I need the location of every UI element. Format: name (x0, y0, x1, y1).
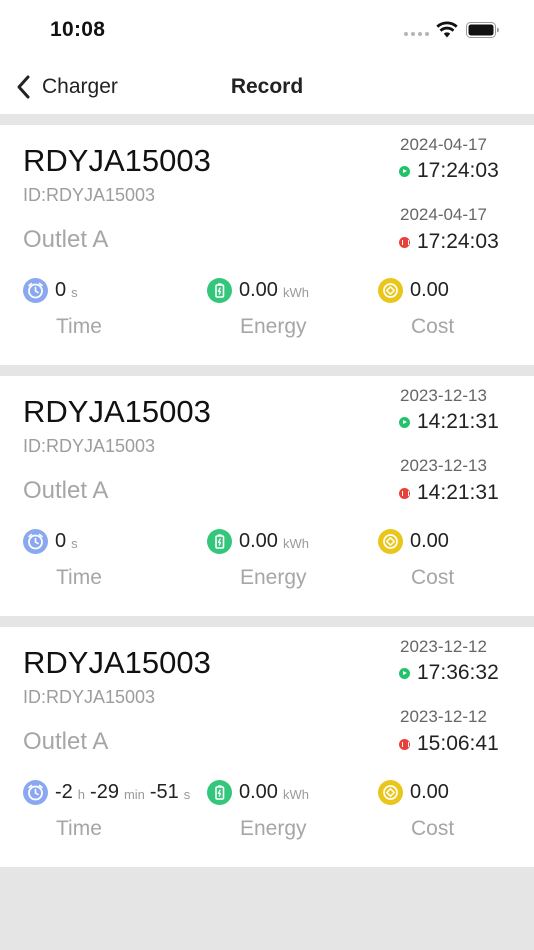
end-time-row: 15:06:41 (399, 732, 499, 756)
charger-name: RDYJA15003 (23, 645, 211, 680)
start-time-row: 14:21:31 (399, 410, 499, 434)
start-date: 2023-12-12 (400, 637, 487, 656)
duration-seconds: 0 (55, 529, 67, 552)
duration-metric: -2 h -29 min -51 s (23, 779, 190, 805)
cost-value: 0.00 (410, 780, 449, 803)
start-time: 17:36:32 (417, 661, 499, 684)
coin-icon (378, 277, 403, 303)
charger-id: ID:RDYJA15003 (23, 687, 156, 707)
energy-label: Energy (240, 315, 307, 338)
status-bar: 10:08 (0, 0, 534, 60)
cost-metric: 0.00 (378, 779, 449, 805)
seconds-unit: s (71, 284, 78, 300)
play-icon (399, 667, 410, 679)
start-time: 14:21:31 (417, 410, 499, 433)
start-date: 2024-04-17 (400, 135, 487, 154)
duration-seconds: 0 (55, 278, 67, 301)
battery-charge-icon (207, 528, 232, 554)
wifi-icon (436, 21, 458, 38)
play-icon (399, 165, 410, 177)
start-time-row: 17:36:32 (399, 661, 499, 685)
energy-value: 0.00 (239, 278, 278, 301)
end-time: 15:06:41 (417, 732, 499, 755)
clock-icon (23, 528, 48, 554)
time-label: Time (56, 315, 102, 338)
charger-id: ID:RDYJA15003 (23, 436, 156, 456)
cost-metric: 0.00 (378, 277, 449, 303)
duration-metric: 0 s (23, 277, 78, 303)
start-time-row: 17:24:03 (399, 159, 499, 183)
energy-label: Energy (240, 566, 307, 589)
end-time: 14:21:31 (417, 481, 499, 504)
clock-icon (23, 277, 48, 303)
play-icon (399, 416, 410, 428)
cost-label: Cost (411, 315, 455, 338)
end-time-row: 14:21:31 (399, 481, 499, 505)
pause-icon (399, 487, 410, 499)
start-date: 2023-12-13 (400, 386, 487, 405)
coin-icon (378, 528, 403, 554)
energy-unit: kWh (282, 535, 309, 551)
energy-unit: kWh (282, 786, 309, 802)
charger-name: RDYJA15003 (23, 143, 211, 178)
battery-charge-icon (207, 779, 232, 805)
outlet-label: Outlet A (23, 477, 109, 504)
record-card[interactable]: RDYJA15003 ID:RDYJA15003 Outlet A 2024-0… (0, 125, 534, 365)
end-time-row: 17:24:03 (399, 230, 499, 254)
cost-value: 0.00 (410, 529, 449, 552)
end-date: 2023-12-12 (400, 707, 487, 726)
hours-unit: h (77, 786, 86, 802)
energy-metric: 0.00 kWh (207, 277, 309, 303)
seconds-unit: s (183, 786, 191, 802)
charger-name: RDYJA15003 (23, 394, 211, 429)
status-time: 10:08 (50, 18, 106, 41)
energy-metric: 0.00 kWh (207, 779, 309, 805)
end-date: 2024-04-17 (400, 205, 487, 224)
cellular-signal-icon (404, 32, 429, 36)
battery-charge-icon (207, 277, 232, 303)
energy-unit: kWh (282, 284, 309, 300)
end-time: 17:24:03 (417, 230, 499, 253)
record-card[interactable]: RDYJA15003 ID:RDYJA15003 Outlet A 2023-1… (0, 627, 534, 867)
pause-icon (399, 738, 410, 750)
page-title: Record (230, 75, 304, 98)
duration-metric: 0 s (23, 528, 78, 554)
cost-metric: 0.00 (378, 528, 449, 554)
duration-minutes: -29 (90, 780, 119, 803)
cost-value: 0.00 (410, 278, 449, 301)
energy-value: 0.00 (239, 780, 278, 803)
seconds-unit: s (71, 535, 78, 551)
cost-label: Cost (411, 817, 455, 840)
record-card[interactable]: RDYJA15003 ID:RDYJA15003 Outlet A 2023-1… (0, 376, 534, 616)
nav-bar: Charger Record (0, 60, 534, 114)
energy-label: Energy (240, 817, 307, 840)
clock-icon (23, 779, 48, 805)
duration-seconds: -51 (149, 780, 179, 803)
start-time: 17:24:03 (417, 159, 499, 182)
outlet-label: Outlet A (23, 728, 109, 755)
coin-icon (378, 779, 403, 805)
outlet-label: Outlet A (23, 226, 109, 253)
cost-label: Cost (411, 566, 455, 589)
battery-icon (466, 22, 499, 38)
time-label: Time (56, 566, 102, 589)
minutes-unit: min (123, 786, 145, 802)
energy-metric: 0.00 kWh (207, 528, 309, 554)
pause-icon (399, 236, 410, 248)
time-label: Time (56, 817, 102, 840)
charger-id: ID:RDYJA15003 (23, 185, 156, 205)
duration-hours: -2 (55, 780, 73, 803)
energy-value: 0.00 (239, 529, 278, 552)
end-date: 2023-12-13 (400, 456, 487, 475)
